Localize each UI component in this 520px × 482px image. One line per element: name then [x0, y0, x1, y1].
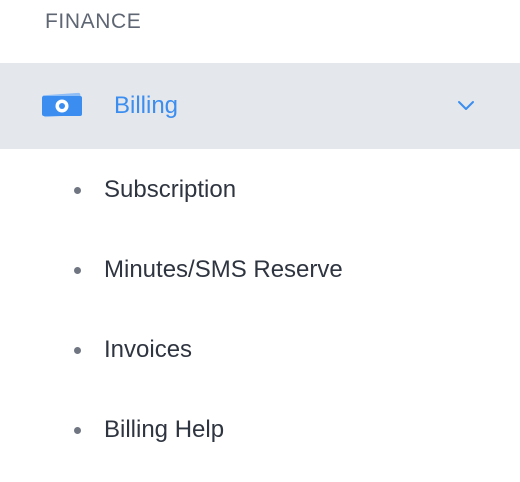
sub-item-subscription[interactable]: Subscription	[0, 165, 520, 215]
section-title-finance: FINANCE	[45, 10, 142, 33]
bullet-icon	[74, 187, 81, 194]
sub-item-label: Billing Help	[104, 416, 225, 443]
sub-item-label: Subscription	[104, 176, 237, 203]
nav-item-billing[interactable]: Billing	[0, 63, 520, 149]
bullet-icon	[74, 347, 81, 354]
sub-item-label: Invoices	[104, 336, 193, 363]
sub-item-invoices[interactable]: Invoices	[0, 325, 520, 375]
sub-item-minutes-sms-reserve[interactable]: Minutes/SMS Reserve	[0, 245, 520, 295]
bullet-icon	[74, 267, 81, 274]
sub-item-label: Minutes/SMS Reserve	[104, 256, 343, 283]
money-icon	[40, 89, 84, 121]
bullet-icon	[74, 427, 81, 434]
chevron-down-icon[interactable]	[456, 97, 476, 113]
sidebar-nav: FINANCE Billing Subscription Minutes/SMS…	[0, 0, 520, 482]
nav-item-billing-label: Billing	[114, 92, 179, 119]
sub-item-billing-help[interactable]: Billing Help	[0, 405, 520, 455]
